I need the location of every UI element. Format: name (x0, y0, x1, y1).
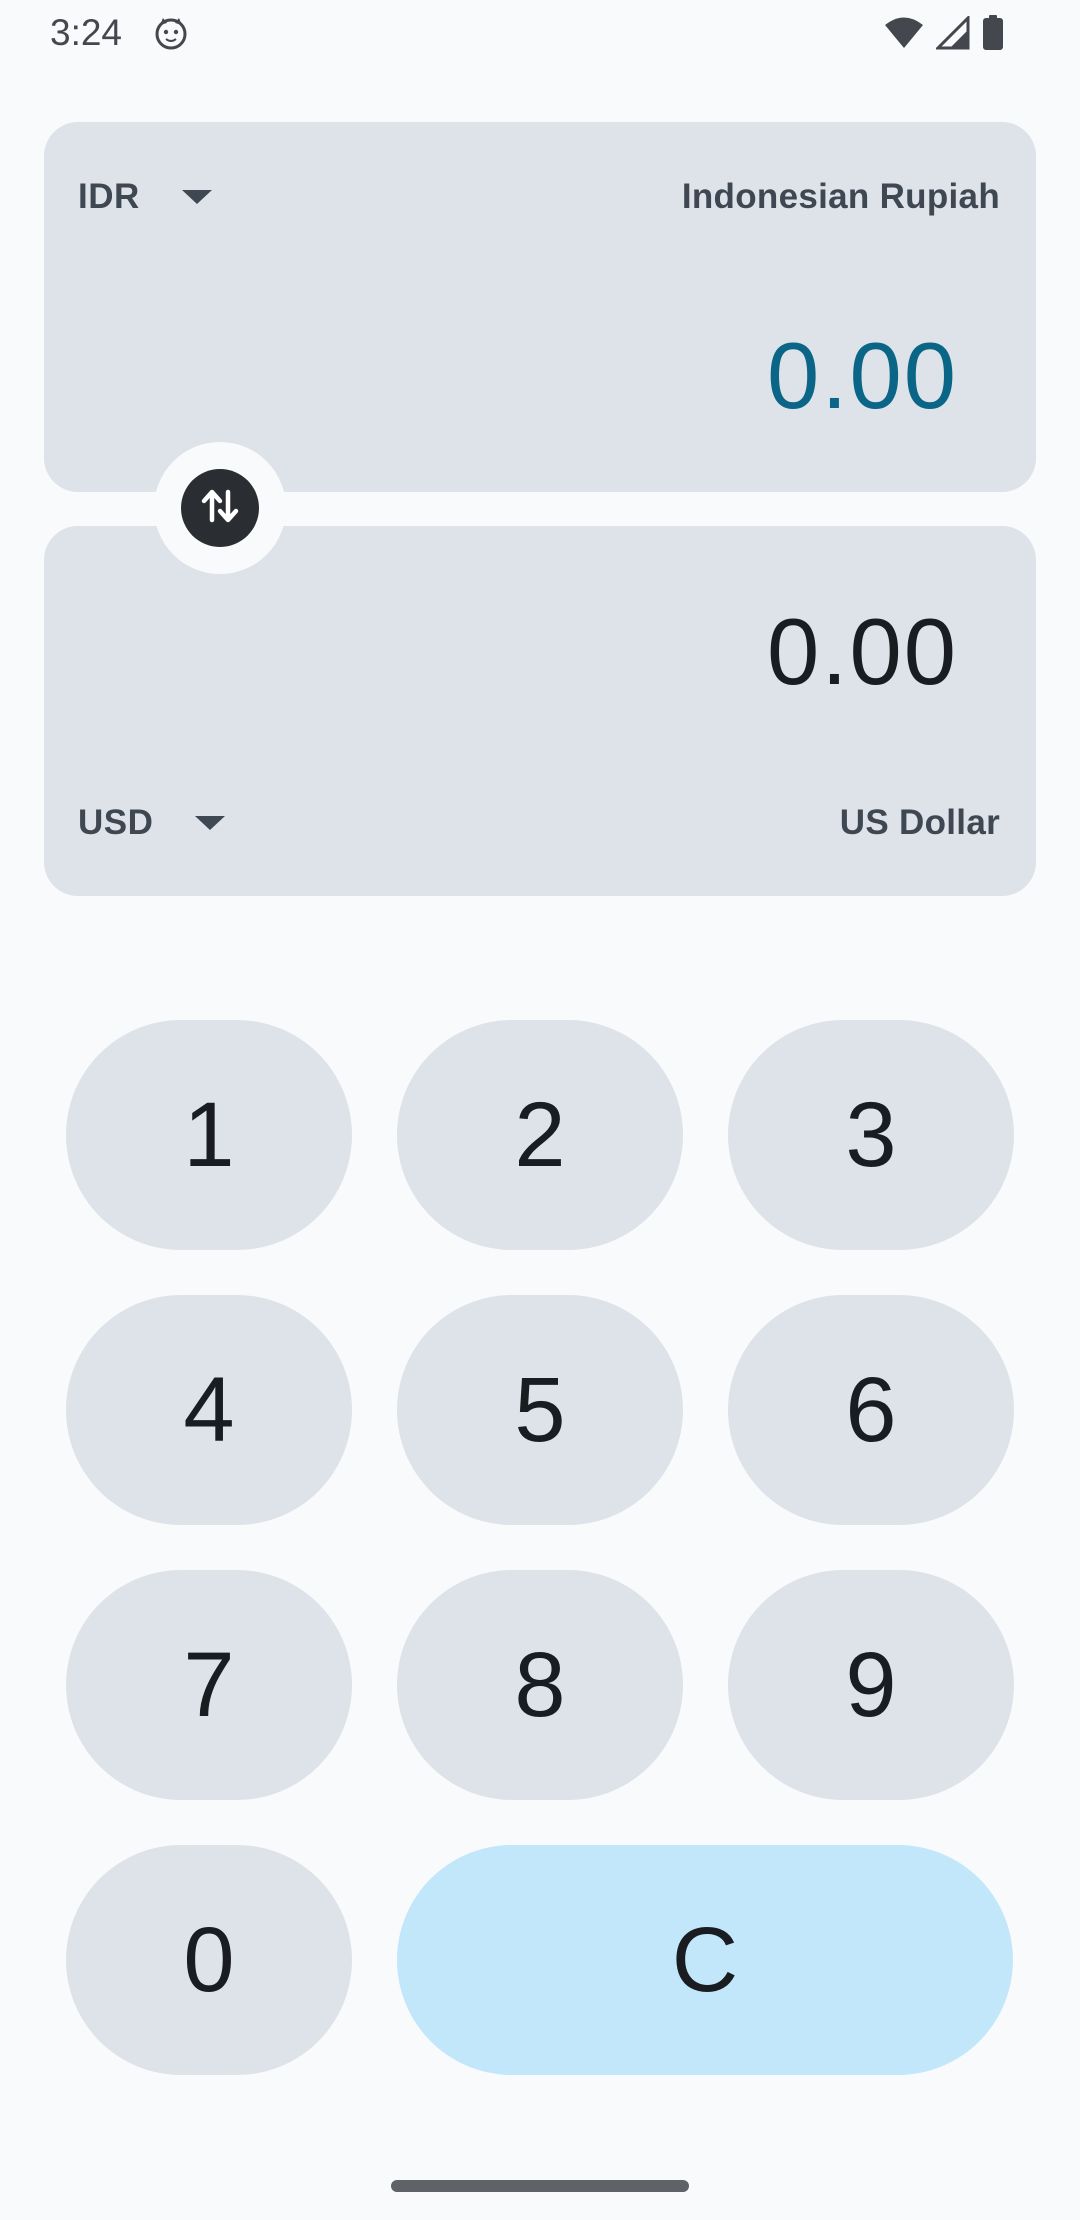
dropdown-arrow-icon (195, 816, 226, 830)
from-currency-card[interactable]: IDR Indonesian Rupiah 0.00 (44, 122, 1036, 492)
key-5[interactable]: 5 (397, 1295, 683, 1525)
key-4[interactable]: 4 (66, 1295, 352, 1525)
cellular-signal-icon (936, 16, 970, 50)
key-7[interactable]: 7 (66, 1570, 352, 1800)
swap-currencies-button[interactable] (181, 469, 259, 547)
swap-vertical-icon (198, 484, 242, 533)
home-indicator[interactable] (391, 2180, 689, 2192)
cat-face-icon (154, 16, 188, 50)
to-currency-code: USD (78, 803, 154, 842)
from-currency-name: Indonesian Rupiah (681, 177, 1000, 216)
key-0[interactable]: 0 (66, 1845, 352, 2075)
key-3[interactable]: 3 (728, 1020, 1014, 1250)
key-9[interactable]: 9 (728, 1570, 1014, 1800)
battery-icon (982, 15, 1004, 51)
to-amount-display: 0.00 (767, 599, 958, 704)
to-currency-name: US Dollar (839, 803, 1000, 842)
to-currency-dropdown[interactable]: USD (78, 803, 226, 843)
key-2[interactable]: 2 (397, 1020, 683, 1250)
to-currency-card[interactable]: 0.00 USD US Dollar (44, 526, 1036, 896)
status-time: 3:24 (50, 12, 123, 53)
wifi-icon (884, 16, 924, 50)
key-1[interactable]: 1 (66, 1020, 352, 1250)
from-amount-display: 0.00 (767, 323, 958, 428)
from-currency-code: IDR (78, 177, 140, 216)
key-6[interactable]: 6 (728, 1295, 1014, 1525)
status-icons (884, 14, 1004, 52)
status-bar: 3:24 (0, 0, 1080, 66)
key-8[interactable]: 8 (397, 1570, 683, 1800)
dropdown-arrow-icon (181, 190, 212, 204)
clear-button[interactable]: C (397, 1845, 1013, 2075)
from-currency-dropdown[interactable]: IDR (78, 177, 212, 217)
